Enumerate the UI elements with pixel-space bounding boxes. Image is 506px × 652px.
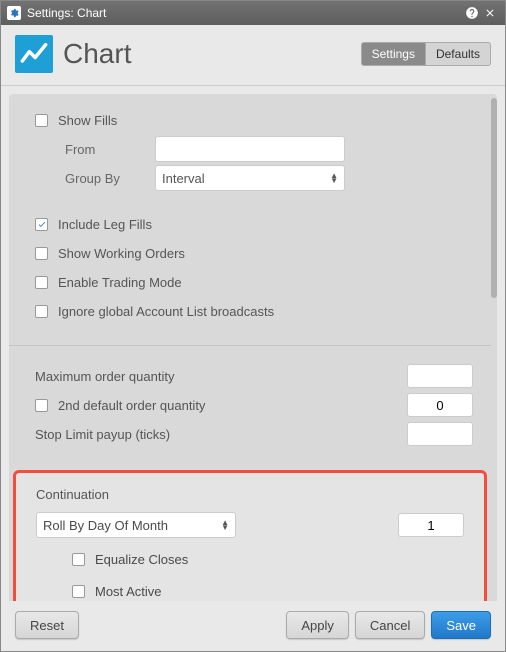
show-fills-checkbox[interactable] (35, 114, 48, 127)
enable-trading-mode-checkbox[interactable] (35, 276, 48, 289)
settings-dialog: Settings: Chart Chart Settings Defaults … (0, 0, 506, 652)
equalize-closes-label: Equalize Closes (95, 552, 464, 567)
scrollbar-thumb[interactable] (491, 98, 497, 298)
select-arrows-icon: ▲▼ (330, 173, 338, 183)
equalize-closes-checkbox[interactable] (72, 553, 85, 566)
fills-section: Show Fills From Group By Interval ▲▼ (9, 94, 491, 208)
stop-limit-label: Stop Limit payup (ticks) (35, 427, 407, 442)
settings-gear-icon (7, 6, 21, 20)
page-title: Chart (63, 38, 361, 70)
apply-button[interactable]: Apply (286, 611, 349, 639)
second-default-qty-input[interactable] (407, 393, 473, 417)
order-section: Maximum order quantity 2nd default order… (9, 350, 491, 464)
window-title: Settings: Chart (27, 6, 463, 20)
continuation-mode-select[interactable]: Roll By Day Of Month ▲▼ (36, 512, 236, 538)
help-icon[interactable] (463, 4, 481, 22)
reset-button[interactable]: Reset (15, 611, 79, 639)
tab-settings[interactable]: Settings (361, 42, 426, 66)
cancel-button[interactable]: Cancel (355, 611, 425, 639)
save-button[interactable]: Save (431, 611, 491, 639)
dialog-footer: Reset Apply Cancel Save (1, 601, 505, 651)
show-working-orders-checkbox[interactable] (35, 247, 48, 260)
continuation-mode-value: Roll By Day Of Month (43, 518, 168, 533)
groupby-label: Group By (65, 171, 145, 186)
scroll-area: Show Fills From Group By Interval ▲▼ (9, 94, 491, 601)
close-icon[interactable] (481, 4, 499, 22)
settings-body: Show Fills From Group By Interval ▲▼ (9, 94, 497, 601)
stop-limit-input[interactable] (407, 422, 473, 446)
from-label: From (65, 142, 145, 157)
select-arrows-icon: ▲▼ (221, 520, 229, 530)
groupby-select[interactable]: Interval ▲▼ (155, 165, 345, 191)
second-default-qty-checkbox[interactable] (35, 399, 48, 412)
most-active-checkbox[interactable] (72, 585, 85, 598)
chart-icon (15, 35, 53, 73)
from-input[interactable] (155, 136, 345, 162)
section-divider (9, 345, 491, 346)
max-order-qty-label: Maximum order quantity (35, 369, 407, 384)
continuation-section: Continuation Roll By Day Of Month ▲▼ Equ… (13, 470, 487, 601)
groupby-value: Interval (162, 171, 205, 186)
show-fills-label: Show Fills (58, 113, 473, 128)
ignore-broadcasts-label: Ignore global Account List broadcasts (58, 304, 473, 319)
continuation-title: Continuation (36, 487, 464, 502)
show-working-orders-label: Show Working Orders (58, 246, 473, 261)
header-tabs: Settings Defaults (361, 42, 491, 66)
titlebar: Settings: Chart (1, 1, 505, 25)
include-leg-fills-checkbox[interactable] (35, 218, 48, 231)
second-default-qty-label: 2nd default order quantity (58, 398, 407, 413)
include-leg-fills-label: Include Leg Fills (58, 217, 473, 232)
scrollbar[interactable] (491, 98, 497, 597)
flags-section: Include Leg Fills Show Working Orders En… (9, 211, 491, 341)
max-order-qty-input[interactable] (407, 364, 473, 388)
dialog-header: Chart Settings Defaults (1, 25, 505, 86)
continuation-day-input[interactable] (398, 513, 464, 537)
enable-trading-mode-label: Enable Trading Mode (58, 275, 473, 290)
most-active-label: Most Active (95, 584, 464, 599)
ignore-broadcasts-checkbox[interactable] (35, 305, 48, 318)
tab-defaults[interactable]: Defaults (426, 42, 491, 66)
